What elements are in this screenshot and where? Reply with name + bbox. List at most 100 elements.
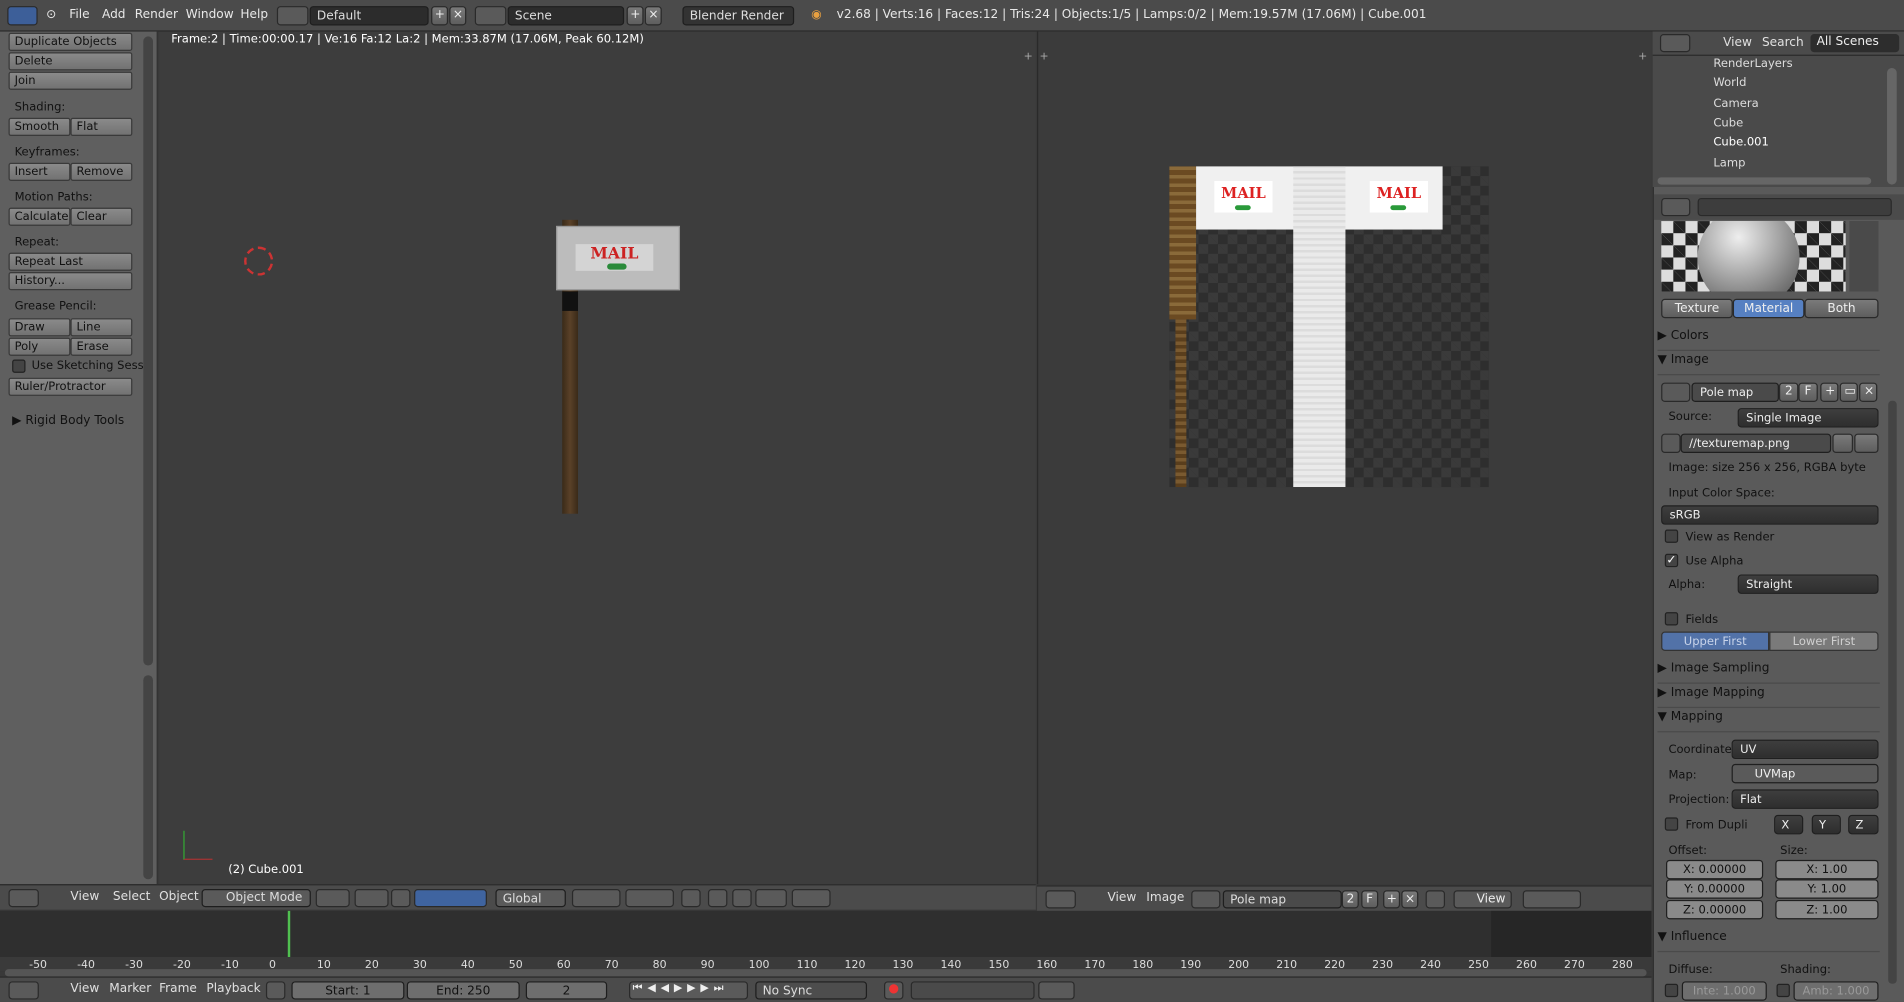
manipulator-icon[interactable] [391, 889, 411, 908]
outliner-item-world[interactable]: World [1653, 77, 1884, 96]
join-button[interactable]: Join [8, 71, 133, 90]
unlink-image-button[interactable]: × [1401, 890, 1419, 909]
editor-type-timeline-icon[interactable] [8, 981, 39, 1000]
end-frame-field[interactable]: End: 250 [406, 981, 520, 1000]
repeat-last-button[interactable]: Repeat Last [8, 252, 133, 271]
fields-checkbox[interactable] [1664, 612, 1679, 626]
image-panel-header[interactable]: ▼ Image [1657, 353, 1880, 376]
offset-z-field[interactable]: Z: 0.00000 [1666, 899, 1764, 920]
render-engine-select[interactable]: Blender Render [682, 6, 795, 26]
image-name-field[interactable]: Pole map [1222, 890, 1342, 909]
editor-type-info-icon[interactable] [7, 6, 38, 26]
image-fake-user-button[interactable]: F [1798, 382, 1818, 402]
image-new-button[interactable]: + [1820, 382, 1839, 402]
rigid-body-tools-panel[interactable]: ▶ Rigid Body Tools [12, 414, 124, 427]
keying-set-field[interactable] [910, 981, 1035, 1000]
ruler-protractor-button[interactable]: Ruler/Protractor [8, 377, 133, 396]
draw-button[interactable]: Draw [8, 318, 71, 337]
projection-select[interactable]: Flat [1731, 789, 1879, 809]
object-menu[interactable]: Object [159, 890, 199, 903]
view-menu[interactable]: View [70, 890, 99, 903]
delete-screen-button[interactable]: × [449, 6, 467, 26]
scene-icon[interactable] [474, 6, 507, 26]
coordinate-select[interactable]: UV [1731, 739, 1879, 760]
image-browse-properties-icon[interactable] [1661, 382, 1691, 402]
menu-help[interactable]: Help [240, 9, 268, 22]
layers-grid-left-icon[interactable] [571, 889, 621, 908]
marker-menu[interactable]: Marker [109, 983, 151, 996]
outliner-scope-select[interactable]: All Scenes [1810, 34, 1900, 53]
image-open-button[interactable]: ▭ [1839, 382, 1858, 402]
mapping-z-select[interactable]: Z [1848, 814, 1879, 835]
layers-grid-right-icon[interactable] [625, 889, 674, 908]
menu-file[interactable]: File [69, 9, 89, 22]
colors-panel-header[interactable]: ▶ Colors [1657, 329, 1880, 351]
view-as-render-checkbox[interactable] [1664, 529, 1679, 543]
menu-add[interactable]: Add [102, 9, 126, 22]
add-scene-button[interactable]: + [626, 6, 644, 26]
proportional-edit-icon[interactable] [707, 889, 728, 908]
image-browse-icon[interactable] [1191, 890, 1221, 909]
uv-image-menu[interactable]: Image [1146, 891, 1184, 904]
delete-button[interactable]: Delete [8, 52, 133, 71]
insert-keyframe-button[interactable]: Insert [8, 162, 71, 181]
menu-collapse-icon[interactable]: ⊙ [46, 9, 56, 22]
sync-mode-select[interactable]: No Sync [755, 981, 868, 1000]
uv-view-dropdown[interactable]: View [1453, 890, 1512, 909]
outliner-hscrollbar[interactable] [1657, 177, 1872, 185]
screen-layout-field[interactable]: Default [309, 6, 429, 26]
erase-button[interactable]: Erase [70, 337, 133, 356]
offset-x-field[interactable]: X: 0.00000 [1666, 859, 1764, 880]
orientation-select[interactable]: Global [495, 889, 566, 908]
shelf-scrollbar[interactable] [143, 36, 154, 666]
uv-corner-plus-right-icon[interactable]: + [1638, 51, 1647, 63]
pin-image-icon[interactable] [1425, 890, 1446, 909]
uv-view-menu[interactable]: View [1107, 891, 1136, 904]
editor-type-properties-icon[interactable] [1661, 197, 1691, 217]
record-icon[interactable]: ● [884, 981, 904, 1000]
lock-layers-icon[interactable] [681, 889, 701, 908]
mode-select[interactable]: Object Mode [201, 889, 311, 908]
snap-icon[interactable] [732, 889, 752, 908]
line-button[interactable]: Line [70, 318, 133, 337]
snap-element-icon[interactable] [755, 889, 787, 908]
intensity-checkbox[interactable] [1664, 983, 1679, 998]
screen-layout-icon[interactable] [276, 6, 309, 26]
smooth-button[interactable]: Smooth [8, 117, 71, 137]
context-tabs-icons[interactable] [1697, 197, 1892, 217]
viewport-shading-icon[interactable] [315, 889, 350, 908]
outliner-item-cube[interactable]: Cube [1653, 117, 1884, 136]
remove-keyframe-button[interactable]: Remove [70, 162, 133, 181]
source-select[interactable]: Single Image [1737, 408, 1879, 428]
image-sampling-panel-header[interactable]: ▶ Image Sampling [1657, 662, 1880, 684]
upper-first-button[interactable]: Upper First [1661, 631, 1770, 651]
poly-button[interactable]: Poly [8, 337, 71, 356]
timeline-scrollbar[interactable] [4, 969, 1647, 977]
outliner-view-menu[interactable]: View [1723, 36, 1752, 49]
editor-type-outliner-icon[interactable] [1659, 34, 1691, 53]
current-frame-field[interactable]: 2 [525, 981, 608, 1000]
history-button[interactable]: History... [8, 272, 133, 291]
keyframe-insert-icons[interactable] [1038, 981, 1075, 1000]
file-reload-button[interactable] [1854, 433, 1879, 454]
pivot-point-icon[interactable] [354, 889, 389, 908]
timeline-view-menu[interactable]: View [70, 983, 99, 996]
menu-render[interactable]: Render [135, 9, 178, 22]
preview-type-buttons[interactable] [1849, 221, 1879, 292]
ambient-checkbox[interactable] [1776, 983, 1790, 998]
file-pack-icon[interactable] [1661, 433, 1681, 454]
editor-type-uv-icon[interactable] [1045, 890, 1076, 909]
frame-menu[interactable]: Frame [159, 983, 197, 996]
uv-map-field[interactable]: UVMap [1731, 763, 1879, 784]
size-z-field[interactable]: Z: 1.00 [1775, 899, 1879, 920]
mapping-panel-header[interactable]: ▼ Mapping [1657, 710, 1880, 733]
size-y-field[interactable]: Y: 1.00 [1775, 879, 1879, 899]
filepath-field[interactable]: //texturemap.png [1680, 433, 1832, 454]
playback-menu[interactable]: Playback [206, 983, 260, 996]
new-image-button[interactable]: + [1383, 890, 1401, 909]
file-browse-button[interactable] [1832, 433, 1854, 454]
outliner-item-lamp[interactable]: Lamp [1653, 157, 1884, 176]
influence-panel-header[interactable]: ▼ Influence [1657, 930, 1880, 953]
image-datablock-field[interactable]: Pole map [1691, 382, 1779, 402]
render-preview-icons[interactable] [791, 889, 831, 908]
